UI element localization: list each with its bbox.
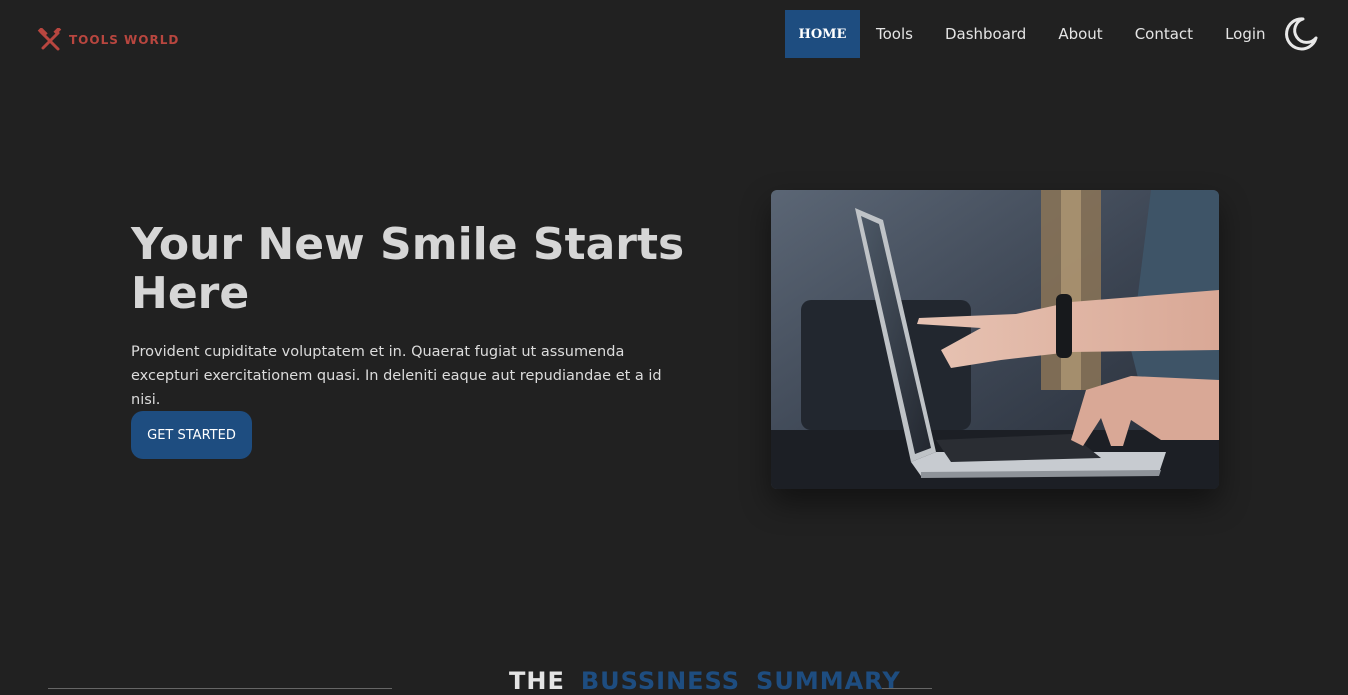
main-menu: HOME Tools Dashboard About Contact Login [785, 10, 1282, 58]
brand-name: TOOLS WORLD [69, 33, 180, 47]
hero-description: Provident cupiditate voluptatem et in. Q… [131, 344, 662, 408]
nav-dashboard[interactable]: Dashboard [929, 10, 1042, 58]
nav-home[interactable]: HOME [785, 10, 860, 58]
theme-toggle-button[interactable] [1283, 16, 1319, 52]
nav-contact[interactable]: Contact [1119, 10, 1209, 58]
top-navbar: TOOLS WORLD HOME Tools Dashboard About C… [0, 0, 1348, 70]
hero-laptop-image [771, 190, 1219, 489]
nav-tools[interactable]: Tools [860, 10, 929, 58]
brand-logo[interactable]: TOOLS WORLD [37, 28, 179, 52]
get-started-button[interactable]: GET STARTED [131, 411, 252, 459]
nav-about[interactable]: About [1042, 10, 1118, 58]
nav-login[interactable]: Login [1209, 10, 1281, 58]
section-divider-right [882, 688, 932, 689]
section-divider-left [48, 688, 392, 689]
hero-title: Your New Smile Starts Here [131, 219, 685, 319]
crossed-tools-icon [37, 28, 62, 51]
moon-icon [1285, 17, 1318, 51]
